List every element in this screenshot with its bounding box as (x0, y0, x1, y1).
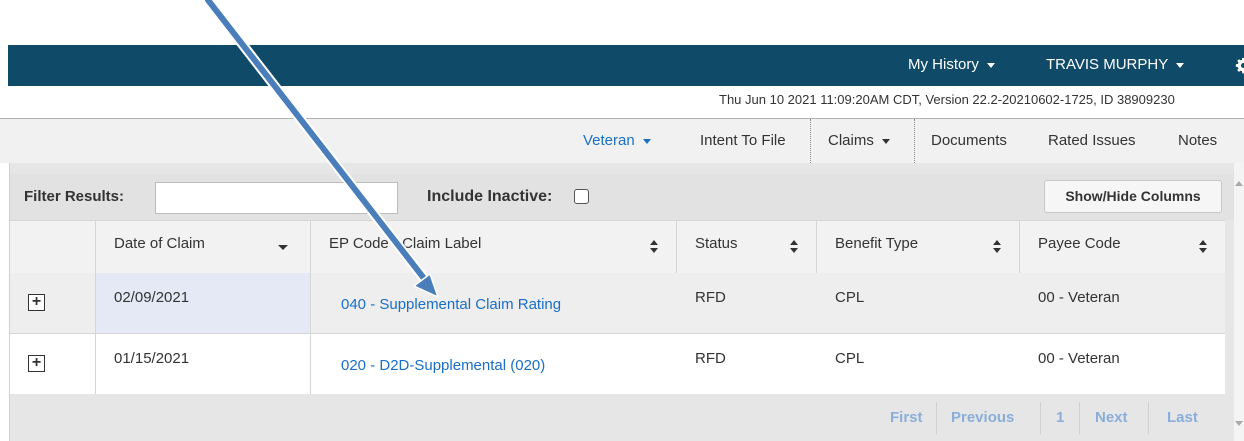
tab-documents-label: Documents (931, 132, 1007, 149)
sort-icon (993, 240, 1001, 253)
user-name: TRAVIS MURPHY (1046, 56, 1169, 73)
tab-notes[interactable]: Notes (1178, 119, 1217, 163)
vertical-scrollbar[interactable] (1234, 163, 1244, 441)
pager-divider (1148, 402, 1149, 434)
expand-row-icon[interactable]: + (28, 294, 45, 311)
table-header-row: Date of Claim EP Code - Claim Label Stat… (10, 220, 1225, 274)
pager-page-number[interactable]: 1 (1056, 394, 1064, 441)
column-header-label: EP Code - Claim Label (329, 235, 482, 252)
left-margin (0, 163, 9, 441)
chevron-down-icon (986, 62, 995, 68)
expander-column-header (10, 221, 96, 273)
claim-label-link[interactable]: 020 - D2D-Supplemental (020) (341, 357, 545, 374)
pager-divider (1040, 402, 1041, 434)
column-header-label: Date of Claim (114, 235, 205, 252)
include-inactive-checkbox[interactable] (574, 189, 589, 204)
show-hide-columns-button[interactable]: Show/Hide Columns (1044, 180, 1222, 213)
column-header-label: Payee Code (1038, 235, 1121, 252)
date-cell: 02/09/2021 (96, 273, 311, 333)
tab-veteran[interactable]: Veteran (583, 119, 651, 163)
column-header-label: Benefit Type (835, 235, 919, 252)
nav-divider (914, 119, 915, 163)
pager-last[interactable]: Last (1167, 394, 1198, 441)
pager-divider (936, 402, 937, 434)
date-cell: 01/15/2021 (96, 334, 311, 394)
tab-intent-label: Intent To File (700, 132, 786, 149)
date-of-claim: 02/09/2021 (114, 289, 190, 306)
sort-descending-icon (278, 245, 288, 250)
payee-code: 00 - Veteran (1038, 350, 1120, 367)
chevron-down-icon (642, 138, 651, 144)
gear-icon[interactable] (1235, 57, 1244, 74)
tab-documents[interactable]: Documents (931, 119, 1007, 163)
table-row[interactable]: + 02/09/2021 040 - Supplemental Claim Ra… (10, 273, 1225, 334)
filter-results-label: Filter Results: (24, 188, 125, 205)
sort-icon (1199, 240, 1207, 253)
expand-row-icon[interactable]: + (28, 355, 45, 372)
tab-rated-issues[interactable]: Rated Issues (1048, 119, 1136, 163)
claim-status: RFD (695, 289, 726, 306)
claim-label-cell: 020 - D2D-Supplemental (020) (311, 334, 677, 394)
claim-label-link[interactable]: 040 - Supplemental Claim Rating (341, 296, 561, 313)
column-header-status[interactable]: Status (677, 221, 817, 273)
chevron-down-icon (881, 138, 890, 144)
column-header-ep-code[interactable]: EP Code - Claim Label (311, 221, 677, 273)
chevron-down-icon (1176, 62, 1185, 68)
user-menu[interactable]: TRAVIS MURPHY (1046, 45, 1185, 86)
benefit-type-cell: CPL (817, 334, 1020, 394)
payee-code-cell: 00 - Veteran (1020, 334, 1225, 394)
my-history-menu[interactable]: My History (908, 45, 995, 86)
pager-next[interactable]: Next (1095, 394, 1128, 441)
tab-intent-to-file[interactable]: Intent To File (700, 119, 786, 163)
tab-veteran-label: Veteran (583, 132, 635, 149)
pager-first[interactable]: First (890, 394, 923, 441)
expander-cell: + (10, 273, 96, 333)
table-row[interactable]: + 01/15/2021 020 - D2D-Supplemental (020… (10, 334, 1225, 395)
tab-claims[interactable]: Claims (828, 119, 890, 163)
record-navigation: Veteran Intent To File Claims Documents … (0, 119, 1244, 164)
status-cell: RFD (677, 334, 817, 394)
tab-claims-label: Claims (828, 132, 874, 149)
benefit-type: CPL (835, 350, 865, 367)
version-info-bar: Thu Jun 10 2021 11:09:20AM CDT, Version … (0, 86, 1244, 119)
scroll-down-icon[interactable] (1235, 421, 1243, 426)
payee-code: 00 - Veteran (1038, 289, 1120, 306)
scroll-up-icon[interactable] (1235, 181, 1243, 186)
expander-cell: + (10, 334, 96, 394)
filter-results-input[interactable] (155, 182, 398, 214)
filter-bar: Filter Results: Include Inactive: Show/H… (10, 174, 1235, 220)
column-header-date-of-claim[interactable]: Date of Claim (96, 221, 311, 273)
benefit-type: CPL (835, 289, 865, 306)
column-header-payee-code[interactable]: Payee Code (1020, 221, 1225, 273)
status-cell: RFD (677, 273, 817, 333)
sort-icon (790, 240, 798, 253)
benefit-type-cell: CPL (817, 273, 1020, 333)
pager-divider (1079, 402, 1080, 434)
date-of-claim: 01/15/2021 (114, 350, 190, 367)
version-info-text: Thu Jun 10 2021 11:09:20AM CDT, Version … (719, 92, 1175, 107)
claim-status: RFD (695, 350, 726, 367)
column-header-benefit-type[interactable]: Benefit Type (817, 221, 1020, 273)
tab-rated-issues-label: Rated Issues (1048, 132, 1136, 149)
claim-label-cell: 040 - Supplemental Claim Rating (311, 273, 677, 333)
claims-panel: Filter Results: Include Inactive: Show/H… (9, 163, 1235, 441)
my-history-label: My History (908, 56, 979, 73)
top-navigation-bar: My History TRAVIS MURPHY (8, 45, 1244, 86)
tab-notes-label: Notes (1178, 132, 1218, 149)
nav-divider (810, 119, 811, 163)
pagination-bar: First Previous 1 Next Last (10, 394, 1225, 441)
payee-code-cell: 00 - Veteran (1020, 273, 1225, 333)
pager-previous[interactable]: Previous (951, 394, 1014, 441)
sort-icon (650, 240, 658, 253)
column-header-label: Status (695, 235, 738, 252)
include-inactive-label: Include Inactive: (427, 188, 553, 205)
